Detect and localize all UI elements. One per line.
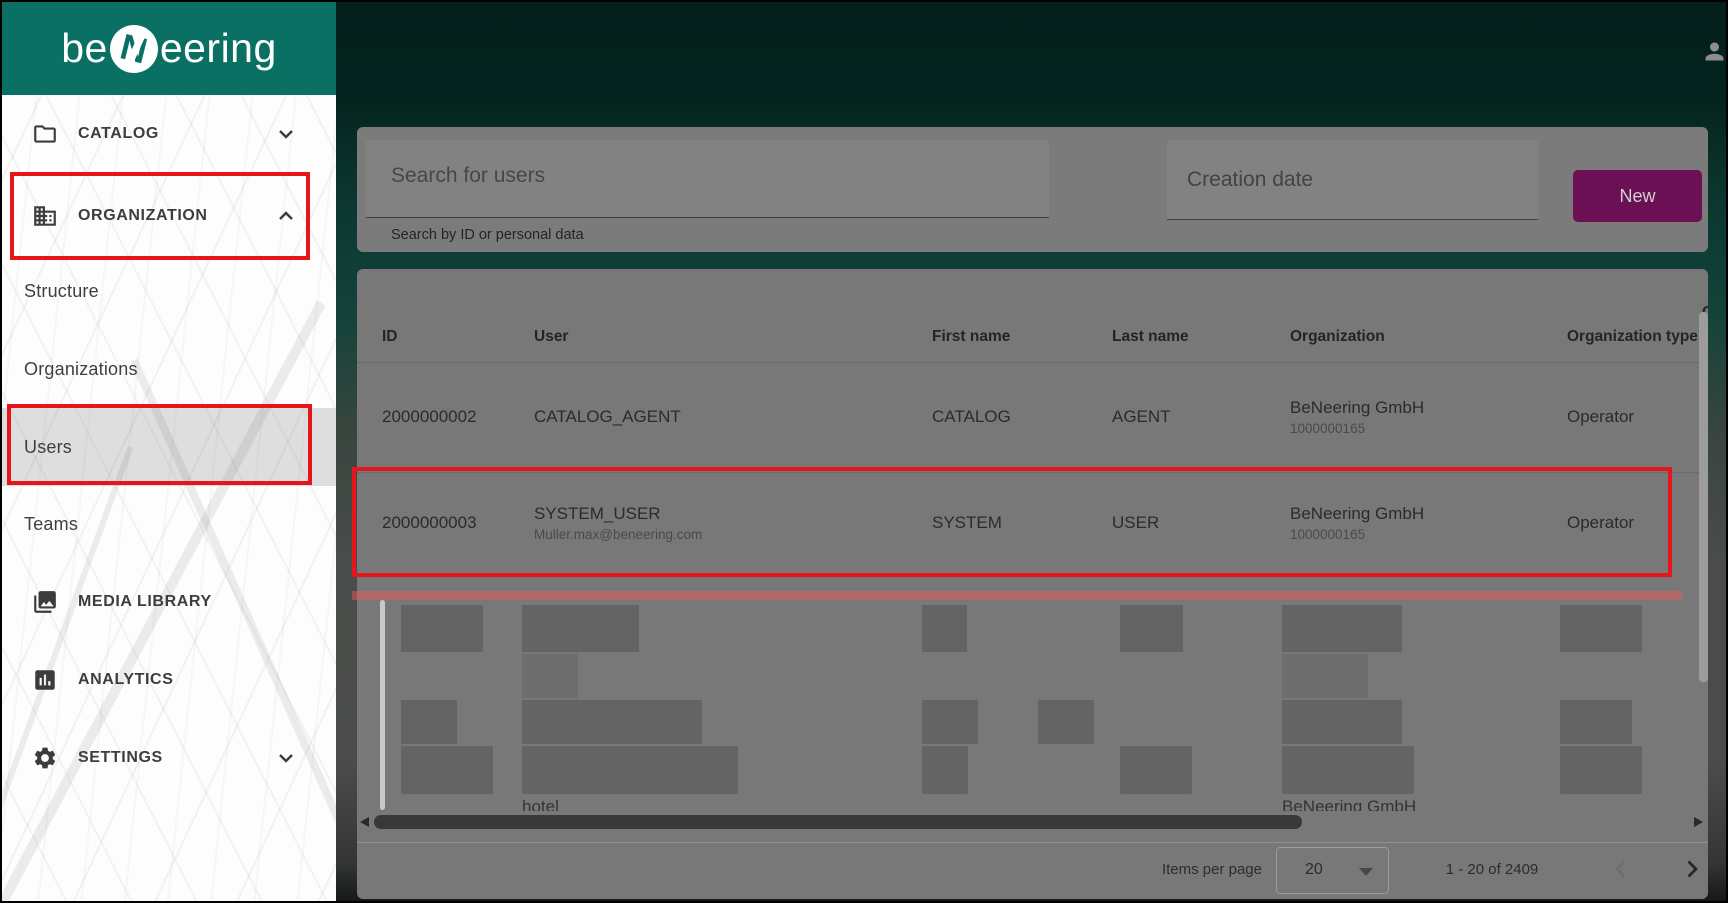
- redacted-block: [1282, 654, 1368, 698]
- annotation-box-system-user-row: [352, 467, 1672, 577]
- sidebar-item-label: Structure: [24, 281, 99, 302]
- sidebar-item-label: Teams: [24, 514, 78, 535]
- clipped-row: hotel BeNeering GmbH: [2, 795, 1728, 811]
- redacted-block: [1560, 605, 1642, 652]
- next-page-button[interactable]: [1676, 854, 1706, 884]
- redacted-block: [1120, 605, 1183, 652]
- folder-icon: [32, 121, 58, 147]
- beneering-logo: be N eering: [61, 25, 277, 73]
- redacted-block: [922, 605, 967, 652]
- redacted-block: [922, 700, 978, 744]
- new-user-button[interactable]: New: [1573, 170, 1702, 222]
- logo-text-left: be: [61, 25, 108, 72]
- page-size-select[interactable]: 20: [1276, 847, 1389, 894]
- redacted-block: [522, 700, 702, 744]
- scroll-right-arrow-icon[interactable]: [1694, 817, 1703, 827]
- column-header-organization-type[interactable]: Organization type: [1567, 325, 1702, 349]
- cell-user: CATALOG_AGENT: [534, 407, 932, 427]
- redacted-block: [922, 746, 968, 794]
- items-per-page-label: Items per page: [1092, 861, 1262, 878]
- sidebar-item-organizations[interactable]: Organizations: [2, 347, 336, 391]
- column-header-organization[interactable]: Organization: [1290, 325, 1567, 349]
- redacted-block: [1120, 746, 1192, 794]
- pagination-range: 1 - 20 of 2409: [1417, 861, 1567, 878]
- clipped-organization-text: BeNeering GmbH: [1282, 797, 1416, 811]
- sidebar-item-teams[interactable]: Teams: [2, 502, 336, 546]
- organization-id: 1000000165: [1290, 421, 1567, 436]
- annotation-box-organization: [10, 172, 310, 260]
- table-header-row: ID User First name Last name Organizatio…: [357, 269, 1708, 362]
- redacted-block: [1282, 700, 1402, 744]
- user-search-panel: Search for users Search by ID or persona…: [357, 127, 1708, 252]
- creation-date-placeholder: Creation date: [1187, 168, 1313, 192]
- pagination-divider: [357, 842, 1708, 843]
- redacted-block: [401, 700, 457, 744]
- sidebar-item-label: CATALOG: [78, 125, 159, 143]
- search-input[interactable]: Search for users: [366, 140, 1049, 218]
- sidebar-item-settings[interactable]: SETTINGS: [2, 736, 336, 780]
- sidebar: be N eering CATALOG ORGANIZATION: [2, 2, 336, 903]
- column-header-user[interactable]: User: [534, 325, 932, 349]
- logo-text-right: eering: [160, 25, 277, 72]
- column-header-last-name[interactable]: Last name: [1112, 325, 1290, 349]
- table-row[interactable]: 2000000002 CATALOG_AGENT CATALOG AGENT B…: [357, 362, 1708, 472]
- account-person-icon[interactable]: [1701, 38, 1728, 65]
- redacted-block: [401, 605, 483, 652]
- previous-page-button[interactable]: [1607, 854, 1637, 884]
- sidebar-item-label: MEDIA LIBRARY: [78, 593, 212, 611]
- creation-date-input[interactable]: Creation date: [1167, 140, 1538, 220]
- cell-id: 2000000002: [382, 407, 534, 427]
- page-size-value: 20: [1305, 861, 1323, 879]
- chevron-down-icon[interactable]: [274, 122, 298, 146]
- vertical-scrollbar-left[interactable]: [380, 600, 385, 810]
- annotation-box-users: [7, 404, 312, 485]
- redacted-block: [1282, 746, 1414, 794]
- redacted-block: [401, 746, 493, 794]
- sidebar-item-analytics[interactable]: ANALYTICS: [2, 658, 336, 702]
- sidebar-item-catalog[interactable]: CATALOG: [2, 112, 336, 156]
- redacted-block: [522, 654, 578, 698]
- media-library-icon: [32, 589, 58, 615]
- cell-organization-type: Operator: [1567, 407, 1702, 427]
- redacted-block: [1038, 700, 1094, 744]
- horizontal-scrollbar-thumb[interactable]: [374, 815, 1302, 829]
- cell-organization: BeNeering GmbH 1000000165: [1290, 398, 1567, 436]
- redacted-block: [1560, 746, 1642, 794]
- sidebar-item-structure[interactable]: Structure: [2, 269, 336, 313]
- dropdown-caret-icon: [1359, 868, 1373, 876]
- gear-icon: [32, 745, 58, 771]
- redacted-block: [1282, 605, 1402, 652]
- cell-last-name: AGENT: [1112, 407, 1290, 427]
- redacted-block: [522, 605, 639, 652]
- vertical-scrollbar-thumb[interactable]: [1699, 312, 1708, 682]
- logo-block: be N eering: [2, 2, 336, 95]
- analytics-icon: [32, 667, 58, 693]
- clipped-user-text: hotel: [522, 797, 559, 811]
- search-hint: Search by ID or personal data: [391, 227, 584, 243]
- annotation-underline: [352, 591, 1682, 600]
- sidebar-item-label: Organizations: [24, 359, 138, 380]
- horizontal-scrollbar[interactable]: [357, 814, 1708, 831]
- app-screen: be N eering CATALOG ORGANIZATION: [0, 0, 1728, 903]
- sidebar-item-label: SETTINGS: [78, 749, 163, 767]
- cell-first-name: CATALOG: [932, 407, 1112, 427]
- sidebar-item-label: ANALYTICS: [78, 671, 174, 689]
- redacted-block: [522, 746, 738, 794]
- column-header-first-name[interactable]: First name: [932, 325, 1112, 349]
- redacted-block: [1560, 700, 1632, 744]
- chevron-down-icon[interactable]: [274, 746, 298, 770]
- logo-emblem-icon: N: [110, 25, 158, 73]
- sidebar-item-media-library[interactable]: MEDIA LIBRARY: [2, 580, 336, 624]
- column-header-id[interactable]: ID: [382, 325, 534, 349]
- search-placeholder: Search for users: [391, 164, 545, 188]
- scroll-left-arrow-icon[interactable]: [360, 817, 369, 827]
